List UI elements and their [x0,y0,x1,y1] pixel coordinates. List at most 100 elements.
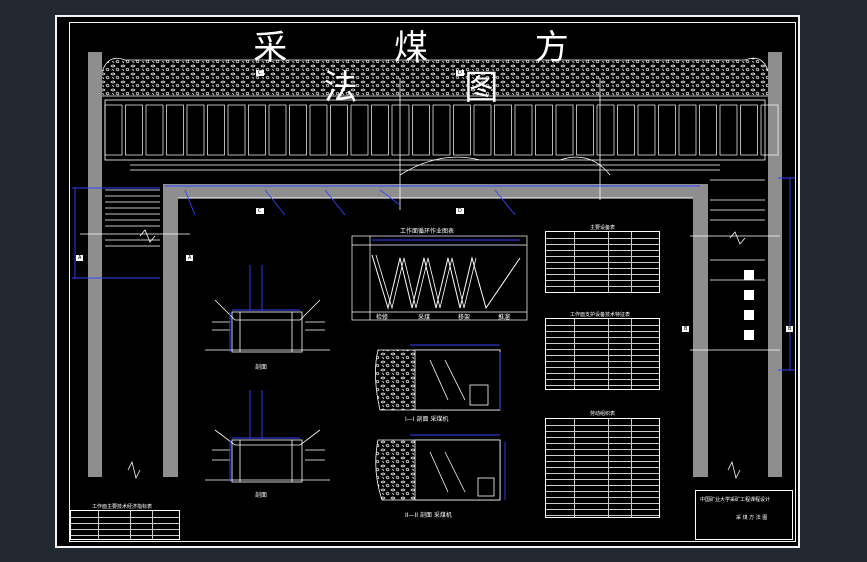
table-title-crew: 劳动组织表 [590,411,616,417]
table-rule [546,479,659,480]
title-block: 中国矿业大学采矿工程课程设计 采 煤 方 法 图 [695,490,793,540]
table-rule [546,325,659,326]
table-rule [546,274,659,275]
table-rule [546,268,659,269]
table-rule [546,473,659,474]
table-rule [71,523,179,524]
table-crew [545,418,660,518]
table-rule [546,437,659,438]
hydraulic-support [494,104,512,156]
table-column-rule [574,419,576,517]
hydraulic-support [145,104,164,156]
hydraulic-support [289,104,307,156]
table-rule [546,244,659,245]
hydraulic-support [555,104,574,156]
dimension-lines [72,177,795,371]
table-column-rule [608,419,610,517]
hydraulic-support [207,104,225,156]
table-column-rule [574,232,576,292]
hydraulic-support [658,104,676,156]
table-rule [546,331,659,332]
table-rule [71,517,179,518]
table-column-rule [630,232,632,292]
table-column-rule [608,232,610,292]
hydraulic-support [453,104,471,156]
title-block-main: 中国矿业大学采矿工程课程设计 [700,497,771,503]
table-column-rule [98,511,99,539]
table-rule [71,535,179,536]
end-mark-b-right: B [786,326,794,332]
table-rule [546,343,659,344]
title-block-sub: 采 煤 方 法 图 [736,515,768,521]
cycle-chart-title: 工作面循环作业图表 [400,228,455,235]
hydraulic-support [740,104,758,156]
hydraulic-support [535,104,553,156]
table-column-rule [630,319,632,389]
table-rule [546,497,659,498]
hydraulic-support [596,104,615,156]
table-rule [546,286,659,287]
cycle-row-label-4: 推溜 [498,314,511,321]
table-rule [546,515,659,516]
table-rule [546,367,659,368]
caption-long-section-top: I—I 剖面 采煤机 [405,416,449,423]
table-rule [546,455,659,456]
cross-section-left-bottom-dims [229,390,300,482]
hydraulic-support [514,104,533,156]
table-rule [546,491,659,492]
table-column-rule [152,511,153,539]
hydraulic-support [166,104,184,156]
hydraulic-support [268,104,287,156]
cross-section-left-top-dims [229,265,300,352]
cross-section-left-top [205,299,330,353]
cycle-row-label-1: 检修 [376,314,389,321]
table-rule [546,256,659,257]
table-rule [546,485,659,486]
cycle-row-label-3: 移架 [458,314,471,321]
table-title-bottom-left: 工作面主要技术经济指标表 [92,504,153,510]
hydraulic-support [227,104,246,156]
hydraulic-support [186,104,205,156]
hydraulic-support [391,104,410,156]
table-rule [546,431,659,432]
table-rule [546,361,659,362]
cycle-row-label-2: 采煤 [418,314,431,321]
hydraulic-support [678,104,697,156]
section-mark-d-bottom: D [456,208,464,214]
table-column-rule [130,511,132,539]
hydraulic-support [350,104,369,156]
table-rule [546,280,659,281]
hydraulic-support [637,104,656,156]
table-rule [546,262,659,263]
section-mark-c-top: C [256,70,264,76]
left-roadway-inner [163,184,178,477]
table-column-rule [574,319,576,389]
table-rule [546,449,659,450]
end-mark-b-left: B [682,326,690,332]
table-rule [546,503,659,504]
table-rule [546,373,659,374]
hydraulic-support [432,104,451,156]
table-title-main-equipment: 主要设备表 [590,225,616,231]
hydraulic-support [473,104,492,156]
hydraulic-support [125,104,143,156]
table-rule [546,337,659,338]
hydraulic-support [309,104,328,156]
cycle-chart [351,235,528,321]
table-rule [546,238,659,239]
table-rule [546,425,659,426]
hydraulic-support [719,104,738,156]
right-equipment [744,270,754,340]
table-rule [546,509,659,510]
support-cells [104,104,779,156]
hydraulic-support [330,104,348,156]
hydraulic-support [412,104,430,156]
right-roadway [768,52,782,477]
table-column-rule [608,319,610,389]
caption-section-left-top: 剖面 [255,364,268,371]
drawing-title: 采 煤 方 法 图 [253,28,617,108]
long-section-bottom [375,439,501,501]
caption-section-left-bottom: 剖面 [255,492,268,499]
table-column-rule [630,419,632,517]
table-rule [546,355,659,356]
